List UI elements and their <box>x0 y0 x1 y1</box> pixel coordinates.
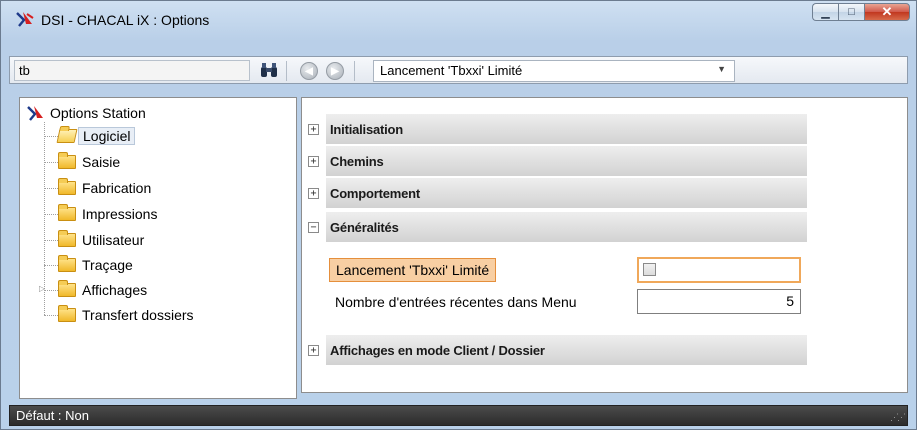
search-toolbar: tb ◀ ▶ Lancement 'Tbxxi' Limité ▼ <box>9 56 908 84</box>
recent-entries-input[interactable]: 5 <box>637 289 801 314</box>
chacal-station-icon <box>27 106 43 121</box>
window-title: DSI - CHACAL iX : Options <box>41 12 210 28</box>
close-icon: ✕ <box>881 4 893 19</box>
expand-plus-icon[interactable]: + <box>308 344 319 356</box>
tree-item-fabrication[interactable]: Fabrication <box>58 177 151 199</box>
folder-icon <box>58 255 76 272</box>
tbxxi-limit-field[interactable] <box>637 257 801 283</box>
section-chemins[interactable]: + Chemins <box>304 146 807 176</box>
tree-item-label: Logiciel <box>78 127 136 145</box>
section-header[interactable]: Chemins <box>326 146 807 176</box>
tree-connector <box>44 290 58 291</box>
tbxxi-limit-checkbox[interactable] <box>643 263 656 276</box>
chevron-down-icon[interactable]: ▼ <box>717 64 726 74</box>
tree-item-label: Saisie <box>82 154 121 170</box>
folder-icon <box>58 280 76 297</box>
maximize-button[interactable]: □ <box>838 3 864 21</box>
tree-item-label: Affichages <box>82 282 148 298</box>
search-input[interactable]: tb <box>14 60 250 81</box>
section-header[interactable]: Comportement <box>326 178 807 208</box>
folder-icon <box>58 152 76 169</box>
tree-connector <box>44 265 58 266</box>
recent-entries-label: Nombre d'entrées récentes dans Menu <box>335 294 577 310</box>
tree-item-tracage[interactable]: Traçage <box>58 254 133 276</box>
status-bar: Défaut : Non ⋰⋰ <box>9 405 908 426</box>
minimize-button[interactable]: ▁ <box>812 3 838 21</box>
previous-result-button[interactable]: ◀ <box>300 62 318 80</box>
tree-item-label: Utilisateur <box>82 232 145 248</box>
section-initialisation[interactable]: + Initialisation <box>304 114 807 144</box>
minimize-icon: ▁ <box>821 6 830 19</box>
binoculars-search-icon[interactable] <box>260 62 278 79</box>
folder-icon <box>58 204 76 221</box>
tree-item-label: Impressions <box>82 206 158 222</box>
arrow-right-icon: ▶ <box>331 65 339 77</box>
folder-open-icon <box>56 129 78 143</box>
tree-item-label: Fabrication <box>82 180 152 196</box>
maximize-icon: □ <box>848 6 855 18</box>
next-result-button[interactable]: ▶ <box>326 62 344 80</box>
tree-item-transfert-dossiers[interactable]: Transfert dossiers <box>58 304 194 326</box>
section-comportement[interactable]: + Comportement <box>304 178 807 208</box>
options-detail-panel: + Initialisation + Chemins + Comportemen… <box>301 97 908 393</box>
section-header[interactable]: Affichages en mode Client / Dossier <box>326 335 807 365</box>
tree-item-label: Transfert dossiers <box>82 307 194 323</box>
arrow-left-icon: ◀ <box>305 65 313 77</box>
tree-root-label: Options Station <box>50 105 146 121</box>
search-results-value: Lancement 'Tbxxi' Limité <box>380 63 523 78</box>
section-generalites[interactable]: − Généralités <box>304 212 807 242</box>
tree-root-options-station[interactable]: Options Station <box>26 102 146 124</box>
tbxxi-limit-label: Lancement 'Tbxxi' Limité <box>329 258 497 282</box>
expand-plus-icon[interactable]: + <box>308 123 319 135</box>
tree-connector <box>44 162 58 163</box>
tree-connector <box>44 214 58 215</box>
tree-item-affichages[interactable]: Affichages <box>58 279 147 301</box>
folder-icon <box>58 178 76 195</box>
expand-arrow-icon[interactable]: ▷ <box>39 284 45 293</box>
expand-plus-icon[interactable]: + <box>308 187 319 199</box>
close-button[interactable]: ✕ <box>864 3 910 21</box>
tree-connector <box>44 240 58 241</box>
chacal-app-icon <box>16 12 34 27</box>
status-text: Défaut : Non <box>16 408 89 423</box>
toolbar-separator <box>286 61 287 81</box>
tree-item-impressions[interactable]: Impressions <box>58 203 157 225</box>
folder-icon <box>58 230 76 247</box>
title-bar: DSI - CHACAL iX : Options ▁ □ ✕ <box>1 1 916 37</box>
tree-connector <box>44 315 58 316</box>
search-results-dropdown[interactable]: Lancement 'Tbxxi' Limité ▼ <box>373 60 735 82</box>
tree-item-logiciel[interactable]: Logiciel <box>56 125 136 147</box>
options-window: DSI - CHACAL iX : Options ▁ □ ✕ tb ◀ ▶ L… <box>0 0 917 430</box>
tree-item-label: Traçage <box>82 257 133 273</box>
options-tree: Options Station Logiciel Saisie Fabricat… <box>19 97 297 399</box>
toolbar-separator <box>354 61 355 81</box>
section-affichages-client-dossier[interactable]: + Affichages en mode Client / Dossier <box>304 335 807 365</box>
resize-grip-icon[interactable]: ⋰⋰ <box>890 412 906 423</box>
section-header[interactable]: Généralités <box>326 212 807 242</box>
expand-plus-icon[interactable]: + <box>308 155 319 167</box>
folder-icon <box>58 305 76 322</box>
tree-item-saisie[interactable]: Saisie <box>58 151 120 173</box>
section-header[interactable]: Initialisation <box>326 114 807 144</box>
collapse-minus-icon[interactable]: − <box>308 221 319 233</box>
tree-connector <box>44 188 58 189</box>
tree-item-utilisateur[interactable]: Utilisateur <box>58 229 144 251</box>
window-controls: ▁ □ ✕ <box>812 3 910 21</box>
tree-connector <box>44 136 58 137</box>
